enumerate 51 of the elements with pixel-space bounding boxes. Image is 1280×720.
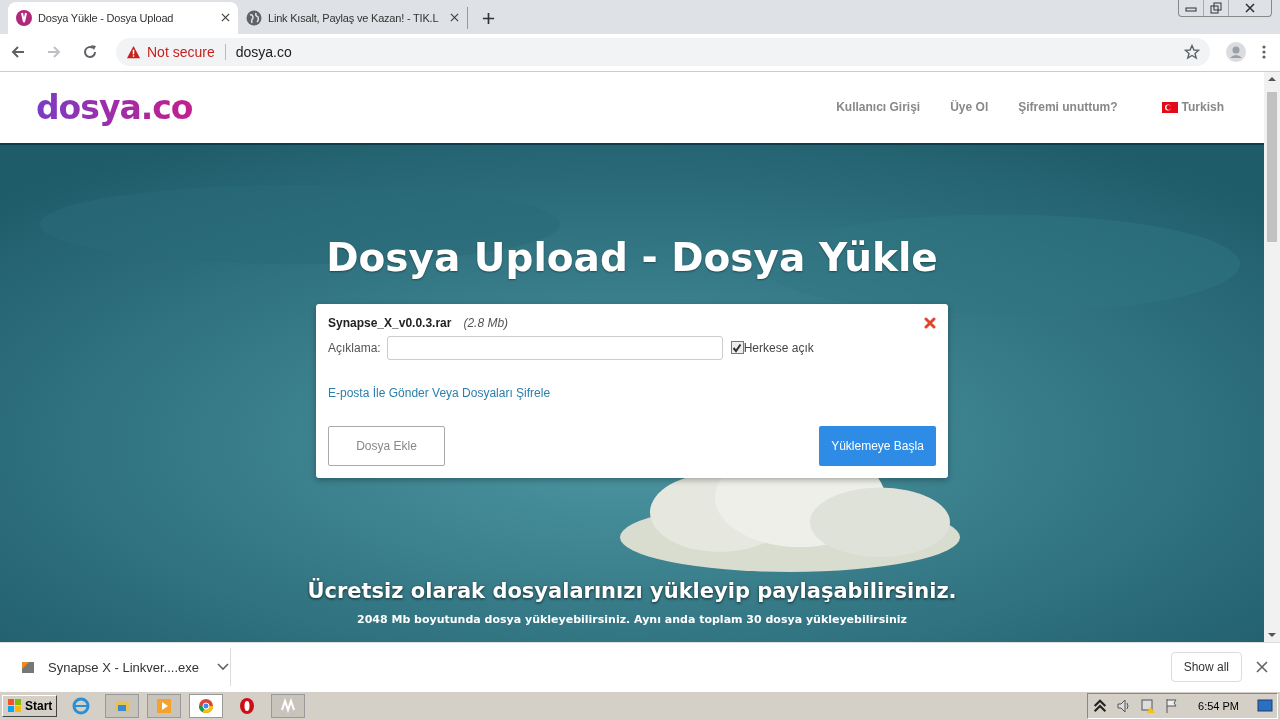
start-upload-button[interactable]: Yüklemeye Başla (819, 425, 936, 466)
security-label: Not secure (147, 44, 215, 61)
download-item[interactable]: Synapse X - Linkver....exe (20, 648, 231, 687)
app-icon[interactable] (271, 694, 306, 718)
windows-logo-icon (7, 698, 23, 714)
checkbox[interactable] (730, 341, 744, 355)
close-tab-icon[interactable] (221, 13, 230, 23)
remove-icon[interactable] (924, 316, 936, 329)
profile-avatar-icon[interactable] (1226, 42, 1246, 63)
scroll-down-icon[interactable] (1268, 632, 1276, 639)
menu-icon[interactable] (1262, 44, 1266, 61)
nav-link[interactable]: Üye Ol (950, 100, 989, 115)
media-player-icon[interactable] (147, 694, 182, 718)
show-hidden-icon[interactable] (1092, 698, 1109, 714)
email-encrypt-link[interactable]: E-posta İle Gönder Veya Dosyaları Şifrele (328, 385, 551, 400)
chrome-icon[interactable] (189, 694, 224, 718)
site-favicon-icon (16, 9, 32, 26)
file-name: Synapse_X_v0.0.3.rar (328, 315, 452, 330)
browser-tab[interactable]: Dosya Yükle - Dosya Upload (8, 1, 238, 34)
add-file-button[interactable]: Dosya Ekle (328, 425, 445, 466)
show-all-button[interactable]: Show all (1170, 652, 1242, 683)
hero-tagline: Ücretsiz olarak dosyalarınızı yükleyip paylaşabilirsiniz. (307, 579, 957, 604)
star-icon[interactable] (1184, 44, 1200, 61)
file-icon (20, 659, 36, 676)
description-field[interactable] (386, 335, 723, 360)
nav-link[interactable]: Şifremi unuttum? (1018, 100, 1118, 115)
scrollbar-thumb[interactable] (1267, 91, 1277, 242)
language-label: Turkish (1181, 100, 1224, 115)
description-label: Açıklama: (328, 340, 381, 355)
hero-title: Dosya Upload - Dosya Yükle (326, 234, 938, 280)
url-text: dosya.co (235, 44, 292, 61)
warning-icon (126, 44, 141, 60)
checkbox-label: Herkese açık (743, 340, 814, 355)
browser-tab[interactable]: Link Kısalt, Paylaş ve Kazan! - TIK.L (238, 6, 468, 29)
hero-subtext: 2048 Mb boyutunda dosya yükleyebilirsiniz. Aynı anda toplam 30 dosya yükleyebilirsiniz (357, 613, 907, 627)
clock: 6:54 PM (1198, 700, 1239, 712)
address-bar[interactable]: Not secure dosya.co (116, 38, 1210, 67)
reload-icon[interactable] (82, 44, 98, 61)
scrollbar[interactable] (1264, 71, 1280, 643)
file-size: (2.8 Mb) (463, 315, 509, 330)
close-icon[interactable] (1256, 661, 1268, 674)
new-tab-icon[interactable] (482, 11, 495, 25)
show-desktop-icon[interactable] (1257, 698, 1273, 714)
chevron-icon[interactable] (217, 663, 230, 672)
language-link[interactable]: Turkish (1161, 100, 1224, 115)
flag-icon (1161, 101, 1178, 113)
nav-link[interactable]: Kullanıcı Girişi (836, 100, 921, 115)
close-tab-icon[interactable] (450, 13, 459, 23)
scroll-up-icon[interactable] (1268, 75, 1276, 82)
start-button[interactable]: Start (2, 695, 58, 717)
globe-icon (246, 9, 262, 26)
